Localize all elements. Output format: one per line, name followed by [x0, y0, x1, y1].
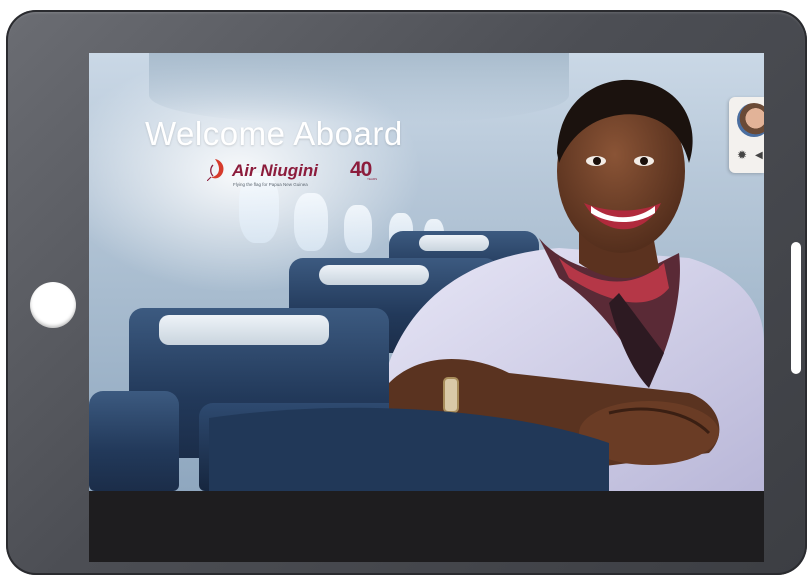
brand-tagline: Flying the flag for Papua New Guinea [233, 182, 308, 187]
lightbulb-icon[interactable]: ✹ [737, 149, 747, 161]
side-panel-tab[interactable]: ✹ ◀ [729, 97, 764, 173]
tablet-screen: Welcome Aboard Air Niugini Flying the fl… [89, 53, 764, 562]
nav-arrow-icon[interactable]: ◀ [755, 151, 763, 161]
home-button[interactable] [30, 282, 76, 328]
avatar-icon[interactable] [737, 103, 764, 137]
welcome-heading: Welcome Aboard [145, 115, 403, 152]
bottom-bar [89, 491, 764, 562]
brand-name: Air Niugini [232, 161, 318, 180]
bird-of-paradise-icon [207, 159, 224, 181]
brand-logo: Air Niugini Flying the flag for Papua Ne… [207, 157, 387, 193]
anniversary-sub: YEARS [367, 177, 378, 181]
side-handle [791, 242, 801, 374]
tablet-device: Welcome Aboard Air Niugini Flying the fl… [6, 10, 807, 575]
